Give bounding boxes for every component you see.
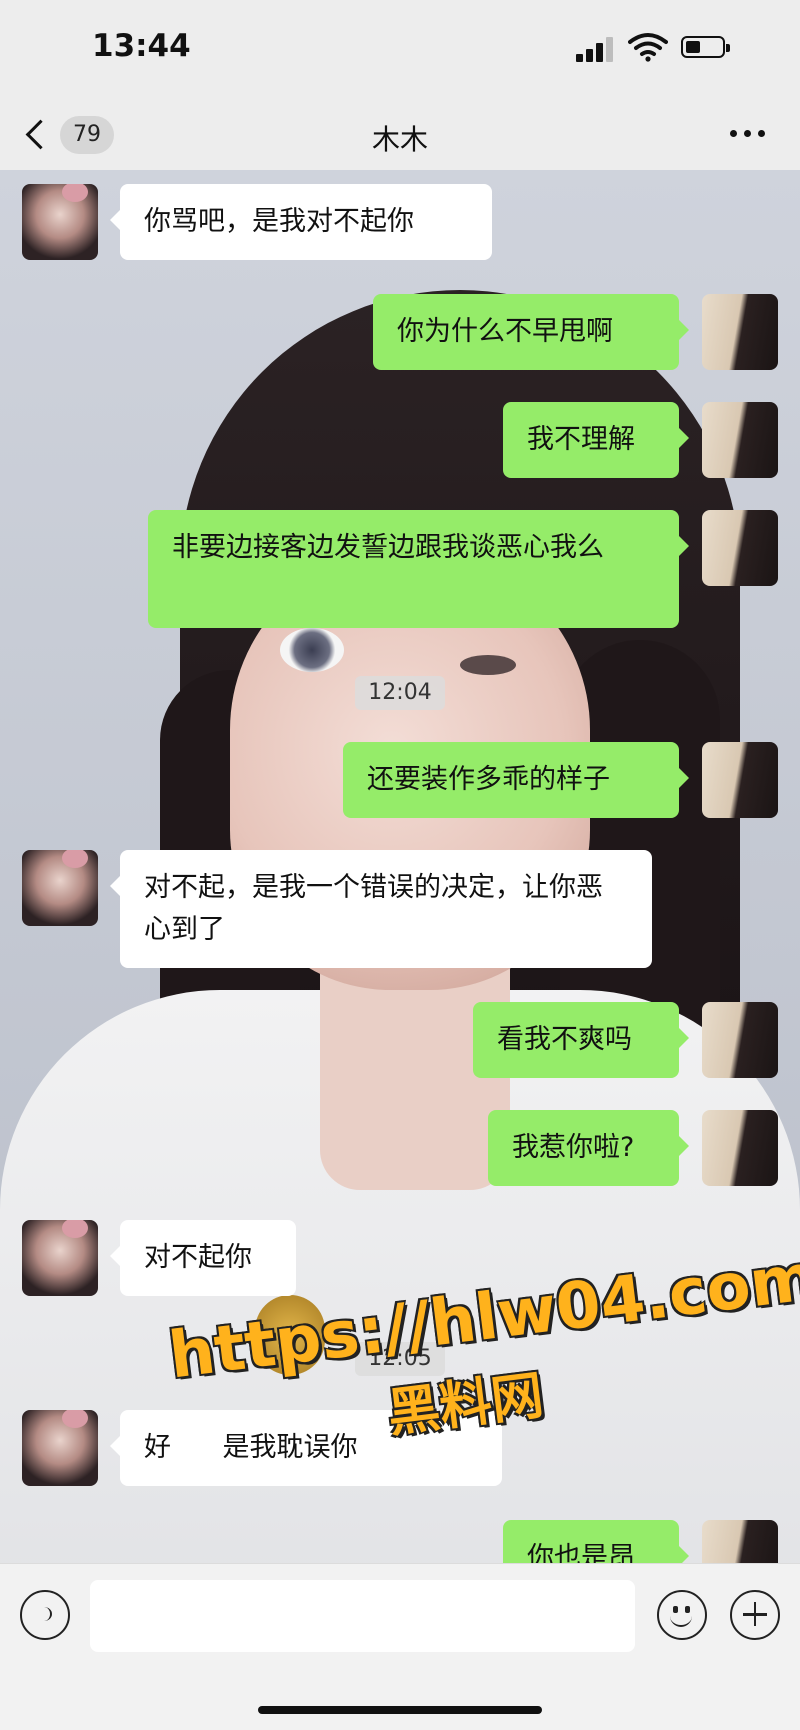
watermark-label: 黑料网 bbox=[384, 1365, 547, 1445]
my-avatar[interactable] bbox=[702, 294, 778, 370]
contact-avatar[interactable] bbox=[22, 184, 98, 260]
message-bubble-sent[interactable]: 我惹你啦? bbox=[488, 1110, 689, 1186]
input-bar bbox=[0, 1563, 800, 1730]
battery-icon bbox=[681, 36, 730, 58]
message-bubble-received[interactable]: 对不起你 bbox=[110, 1220, 296, 1296]
contact-avatar[interactable] bbox=[22, 850, 98, 926]
message-bubble-sent[interactable]: 你也是昂 bbox=[503, 1520, 689, 1563]
message-bubble-sent[interactable]: 非要边接客边发誓边跟我谈恶心我么 bbox=[148, 510, 689, 628]
my-avatar[interactable] bbox=[702, 510, 778, 586]
message-bubble-received[interactable]: 对不起，是我一个错误的决定，让你恶心到了 bbox=[110, 850, 652, 968]
my-avatar[interactable] bbox=[702, 1110, 778, 1186]
emoji-icon[interactable] bbox=[657, 1590, 707, 1640]
status-time: 13:44 bbox=[92, 28, 191, 64]
contact-avatar[interactable] bbox=[22, 1410, 98, 1486]
cellular-signal-icon bbox=[576, 36, 616, 62]
timestamp: 12:04 bbox=[355, 676, 445, 710]
wifi-icon bbox=[628, 33, 668, 62]
status-bar: 13:44 bbox=[0, 0, 800, 100]
my-avatar[interactable] bbox=[702, 742, 778, 818]
voice-icon[interactable] bbox=[20, 1590, 70, 1640]
message-bubble-sent[interactable]: 还要装作多乖的样子 bbox=[343, 742, 689, 818]
my-avatar[interactable] bbox=[702, 402, 778, 478]
chat-title: 木木 bbox=[371, 123, 428, 156]
message-bubble-sent[interactable]: 看我不爽吗 bbox=[473, 1002, 689, 1078]
contact-avatar[interactable] bbox=[22, 1220, 98, 1296]
home-indicator[interactable] bbox=[258, 1706, 542, 1714]
more-dots-icon[interactable] bbox=[726, 122, 770, 146]
my-avatar[interactable] bbox=[702, 1520, 778, 1563]
my-avatar[interactable] bbox=[702, 1002, 778, 1078]
chat-header: 79 木木 bbox=[0, 100, 800, 170]
message-bubble-received[interactable]: 你骂吧，是我对不起你 bbox=[110, 184, 492, 260]
message-bubble-sent[interactable]: 你为什么不早甩啊 bbox=[373, 294, 689, 370]
message-bubble-sent[interactable]: 我不理解 bbox=[503, 402, 689, 478]
message-input[interactable] bbox=[90, 1580, 635, 1652]
plus-icon[interactable] bbox=[730, 1590, 780, 1640]
